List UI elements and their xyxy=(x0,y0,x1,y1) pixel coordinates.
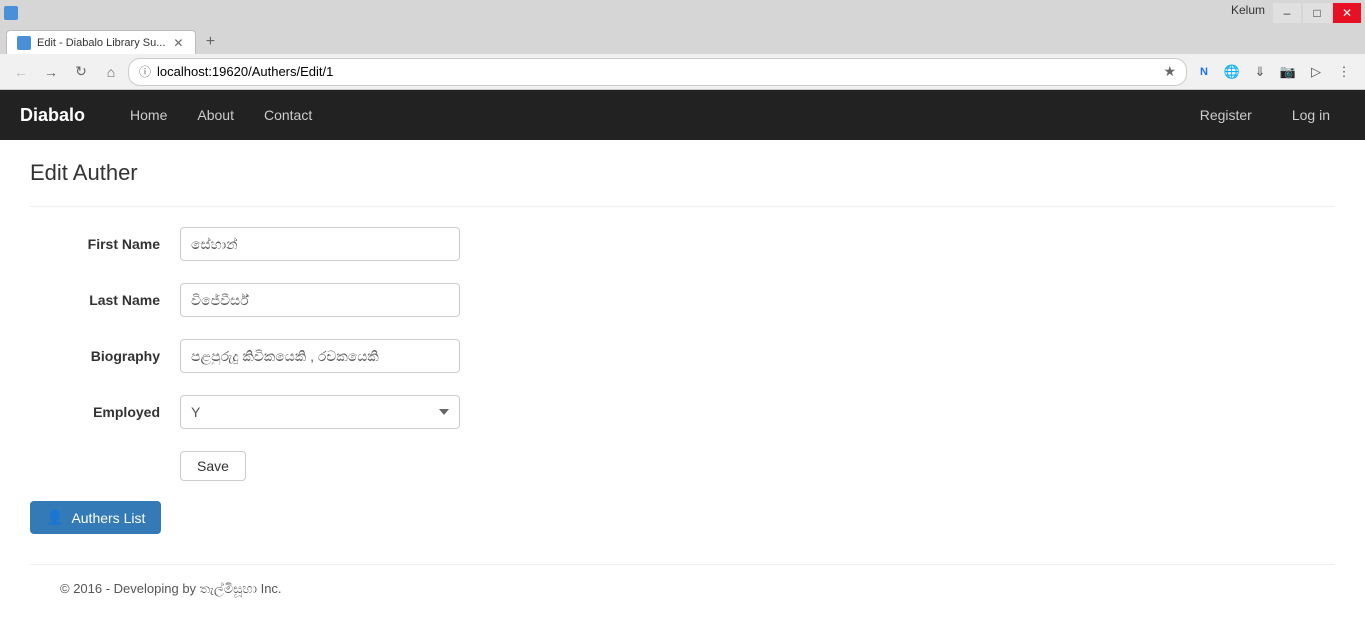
user-icon: 👤 xyxy=(46,509,63,526)
first-name-group: First Name xyxy=(30,227,1335,261)
browser-icon xyxy=(4,6,18,20)
translate-button[interactable]: 🌐 xyxy=(1219,59,1245,85)
home-button[interactable]: ⌂ xyxy=(98,59,124,85)
navbar-right: Register Log in xyxy=(1185,92,1345,138)
user-label: Kelum xyxy=(1231,3,1265,23)
browser-tab[interactable]: Edit - Diabalo Library Su... ✕ xyxy=(6,30,196,54)
bookmark-icon[interactable]: ★ xyxy=(1163,63,1176,80)
tab-favicon xyxy=(17,36,31,50)
camera-button[interactable]: 📷 xyxy=(1275,59,1301,85)
extensions-button[interactable]: N xyxy=(1191,59,1217,85)
close-button[interactable]: ✕ xyxy=(1333,3,1361,23)
navbar-brand[interactable]: Diabalo xyxy=(20,105,85,126)
tab-title: Edit - Diabalo Library Su... xyxy=(37,37,165,49)
tab-bar: Edit - Diabalo Library Su... ✕ + xyxy=(0,26,1365,54)
share-button[interactable]: ▷ xyxy=(1303,59,1329,85)
save-button[interactable]: Save xyxy=(180,451,246,481)
first-name-input[interactable] xyxy=(180,227,460,261)
nav-home[interactable]: Home xyxy=(115,92,182,138)
nav-about[interactable]: About xyxy=(182,92,249,138)
browser-titlebar: Kelum – □ ✕ xyxy=(0,0,1365,26)
authors-list-button[interactable]: 👤 Authers List xyxy=(30,501,161,534)
footer-text: © 2016 - Developing by තැල්මිසූහා Inc. xyxy=(30,565,1335,613)
address-bar: ⓘ ★ xyxy=(128,58,1187,86)
navbar-links: Home About Contact xyxy=(115,92,327,138)
authors-list-label: Authers List xyxy=(71,510,145,526)
page-content: Edit Auther First Name Last Name Biograp… xyxy=(0,140,1365,633)
new-tab-button[interactable]: + xyxy=(198,30,222,54)
tab-close-button[interactable]: ✕ xyxy=(171,36,185,50)
nav-login[interactable]: Log in xyxy=(1277,92,1345,138)
download-button[interactable]: ⇓ xyxy=(1247,59,1273,85)
last-name-group: Last Name xyxy=(30,283,1335,317)
last-name-label: Last Name xyxy=(30,292,180,308)
biography-input[interactable] xyxy=(180,339,460,373)
app-navbar: Diabalo Home About Contact Register Log … xyxy=(0,90,1365,140)
employed-label: Employed xyxy=(30,404,180,420)
save-button-row: Save xyxy=(30,451,1335,481)
reload-button[interactable]: ↻ xyxy=(68,59,94,85)
nav-register[interactable]: Register xyxy=(1185,92,1267,138)
lock-icon: ⓘ xyxy=(139,63,151,80)
forward-button[interactable]: → xyxy=(38,59,64,85)
address-input[interactable] xyxy=(157,64,1157,79)
back-button[interactable]: ← xyxy=(8,59,34,85)
nav-contact[interactable]: Contact xyxy=(249,92,327,138)
browser-action-buttons: N 🌐 ⇓ 📷 ▷ ⋮ xyxy=(1191,59,1357,85)
browser-controls: ← → ↻ ⌂ ⓘ ★ N 🌐 ⇓ 📷 ▷ ⋮ xyxy=(0,54,1365,90)
employed-select[interactable]: Y N xyxy=(180,395,460,429)
maximize-button[interactable]: □ xyxy=(1303,3,1331,23)
page-title: Edit Auther xyxy=(30,160,1335,186)
divider xyxy=(30,206,1335,207)
minimize-button[interactable]: – xyxy=(1273,3,1301,23)
biography-label: Biography xyxy=(30,348,180,364)
edit-form: First Name Last Name Biography Employed … xyxy=(30,227,1335,481)
biography-group: Biography xyxy=(30,339,1335,373)
last-name-input[interactable] xyxy=(180,283,460,317)
menu-button[interactable]: ⋮ xyxy=(1331,59,1357,85)
first-name-label: First Name xyxy=(30,236,180,252)
employed-group: Employed Y N xyxy=(30,395,1335,429)
